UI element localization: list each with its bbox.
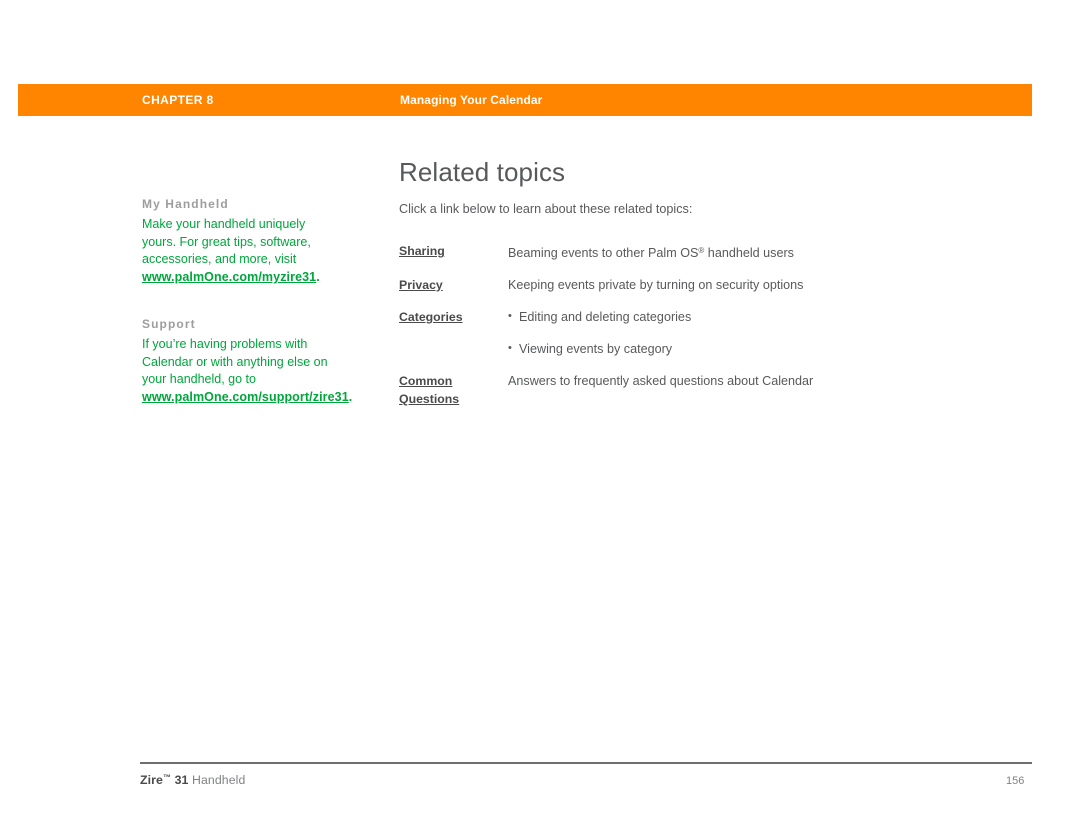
topic-link-sharing[interactable]: Sharing [399, 244, 445, 258]
desc-text: Beaming events to other Palm OS [508, 246, 699, 260]
table-row: Sharing Beaming events to other Palm OS®… [399, 242, 1039, 276]
related-topics-table: Sharing Beaming events to other Palm OS®… [399, 242, 1039, 422]
table-row: Viewing events by category [399, 339, 1039, 372]
footer-page-number: 156 [1006, 775, 1025, 787]
topic-link-categories[interactable]: Categories [399, 310, 463, 324]
table-row: Privacy Keeping events private by turnin… [399, 276, 1039, 308]
topic-link-cell: Common Questions [399, 372, 508, 422]
sidebar-block-my-handheld: My Handheld Make your handheld uniquely … [142, 196, 328, 287]
footer-product-type: Handheld [188, 773, 246, 787]
topic-desc-cell: Beaming events to other Palm OS® handhel… [508, 242, 1039, 276]
topic-link-privacy[interactable]: Privacy [399, 278, 443, 292]
footer-model: 31 [171, 773, 189, 787]
topic-desc-cell: Editing and deleting categories [508, 307, 1039, 340]
chapter-header-bar: CHAPTER 8 Managing Your Calendar [18, 84, 1032, 116]
topic-description-bullet: Viewing events by category [508, 339, 1039, 358]
topic-link-cell-empty [399, 340, 508, 372]
sidebar-link-period: . [316, 270, 320, 285]
sidebar: My Handheld Make your handheld uniquely … [142, 196, 352, 407]
topic-link-line2: Questions [399, 392, 460, 406]
page-title: Related topics [399, 157, 566, 187]
topic-desc-cell: Viewing events by category [508, 339, 1039, 372]
footer-brand: Zire [140, 773, 163, 787]
topic-link-cell: Categories [399, 308, 508, 340]
sidebar-heading-support: Support [142, 316, 196, 331]
trademark-icon: ™ [162, 773, 172, 782]
table-row: Categories Editing and deleting categori… [399, 307, 1039, 340]
sidebar-link-period: . [348, 389, 353, 404]
chapter-label: CHAPTER 8 [142, 93, 214, 107]
table-row: Common Questions Answers to frequently a… [399, 372, 1039, 422]
topic-link-common-questions[interactable]: Common Questions [399, 372, 508, 408]
sidebar-body-text: Make your handheld uniquely yours. For g… [142, 217, 311, 267]
topic-link-cell: Sharing [399, 242, 508, 276]
topic-desc-cell: Keeping events private by turning on sec… [508, 276, 1039, 308]
topic-description: Keeping events private by turning on sec… [508, 278, 804, 292]
footer-product-name: Zire™ 31 Handheld [140, 773, 245, 787]
topic-description: Beaming events to other Palm OS® handhel… [508, 246, 794, 260]
sidebar-body-text: If you’re having problems with Calendar … [142, 336, 328, 387]
desc-text-tail: handheld users [704, 246, 794, 260]
sidebar-link-supportzire31-line2[interactable]: support/zire31 [262, 390, 349, 404]
topic-description-bullet: Editing and deleting categories [508, 307, 1039, 326]
topic-desc-cell: Answers to frequently asked questions ab… [508, 372, 1039, 422]
sidebar-link-myzire31-line1[interactable]: www.palmOne.com/ [142, 270, 262, 284]
topic-description: Answers to frequently asked questions ab… [508, 374, 814, 388]
intro-text: Click a link below to learn about these … [399, 202, 693, 216]
footer-divider [140, 762, 1032, 764]
sidebar-block-support: Support If you’re having problems with C… [142, 316, 352, 407]
topic-link-line1: Common [399, 374, 453, 388]
sidebar-body-my-handheld: Make your handheld uniquely yours. For g… [142, 216, 328, 287]
sidebar-heading-my-handheld: My Handheld [142, 197, 229, 211]
main-content: Related topics Click a link below to lea… [399, 156, 1039, 422]
topic-link-cell: Privacy [399, 276, 508, 308]
chapter-section-title: Managing Your Calendar [400, 93, 543, 107]
sidebar-body-support: If you’re having problems with Calendar … [142, 336, 352, 407]
sidebar-link-myzire31-line2[interactable]: myzire31 [262, 270, 316, 284]
sidebar-link-supportzire31-line1[interactable]: www.palmOne.com/ [142, 390, 262, 404]
